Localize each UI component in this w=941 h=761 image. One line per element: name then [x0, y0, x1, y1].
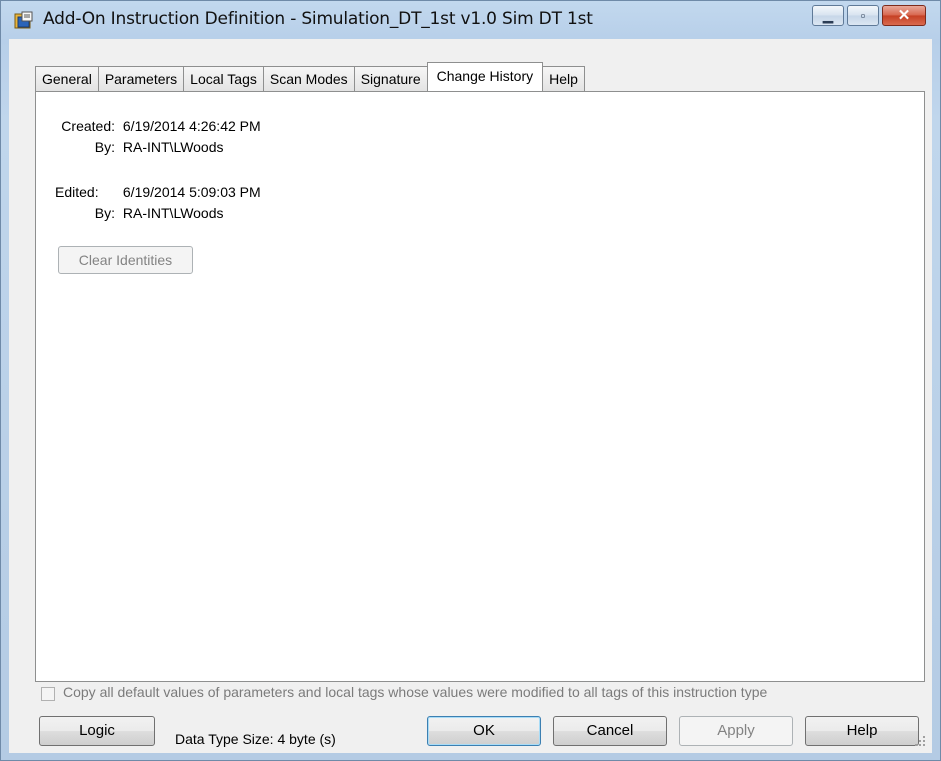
maximize-icon: ▫ [860, 8, 866, 23]
tab-local-tags[interactable]: Local Tags [183, 66, 264, 91]
tab-scan-modes[interactable]: Scan Modes [262, 66, 355, 91]
resize-grip-icon[interactable] [914, 735, 926, 747]
tab-strip: General Parameters Local Tags Scan Modes… [35, 62, 585, 91]
created-label: Created: [61, 118, 115, 134]
tab-change-history[interactable]: Change History [426, 62, 544, 91]
created-by-value: RA-INT\LWoods [122, 139, 224, 155]
created-value: 6/19/2014 4:26:42 PM [122, 118, 261, 134]
apply-button[interactable]: Apply [679, 716, 793, 746]
title-bar[interactable]: Add-On Instruction Definition - Simulati… [1, 1, 940, 39]
window-title: Add-On Instruction Definition - Simulati… [43, 9, 593, 29]
copy-defaults-label: Copy all default values of parameters an… [63, 684, 768, 700]
close-icon: ✕ [897, 7, 911, 24]
minimize-button[interactable]: ▁ [812, 5, 844, 26]
edited-label: Edited: [55, 184, 99, 200]
edited-row: Edited: 6/19/2014 5:09:03 PM [55, 184, 261, 200]
copy-defaults-checkbox[interactable] [41, 687, 55, 701]
edited-by-value: RA-INT\LWoods [122, 205, 224, 221]
minimize-icon: ▁ [823, 8, 833, 23]
change-history-panel: Created: 6/19/2014 4:26:42 PM By: RA-INT… [35, 91, 925, 682]
window-controls: ▁ ▫ ✕ [809, 5, 926, 29]
data-type-size: Data Type Size: 4 byte (s) [175, 731, 336, 747]
ok-button[interactable]: OK [427, 716, 541, 746]
help-button[interactable]: Help [805, 716, 919, 746]
tab-help[interactable]: Help [542, 66, 585, 91]
tab-general[interactable]: General [35, 66, 99, 91]
created-row: Created: 6/19/2014 4:26:42 PM [55, 118, 261, 134]
maximize-button[interactable]: ▫ [847, 5, 879, 26]
dialog-window: Add-On Instruction Definition - Simulati… [0, 0, 941, 761]
tab-parameters[interactable]: Parameters [97, 66, 185, 91]
edited-by-label: By: [94, 205, 115, 221]
close-button[interactable]: ✕ [882, 5, 926, 26]
created-by-row: By: RA-INT\LWoods [55, 139, 224, 155]
cancel-button[interactable]: Cancel [553, 716, 667, 746]
created-by-label: By: [94, 139, 115, 155]
tab-signature[interactable]: Signature [353, 66, 428, 91]
edited-value: 6/19/2014 5:09:03 PM [122, 184, 261, 200]
logic-button[interactable]: Logic [39, 716, 155, 746]
clear-identities-button[interactable]: Clear Identities [58, 246, 193, 274]
app-icon[interactable] [14, 11, 34, 31]
edited-by-row: By: RA-INT\LWoods [55, 205, 224, 221]
dialog-client-area: General Parameters Local Tags Scan Modes… [9, 39, 932, 753]
